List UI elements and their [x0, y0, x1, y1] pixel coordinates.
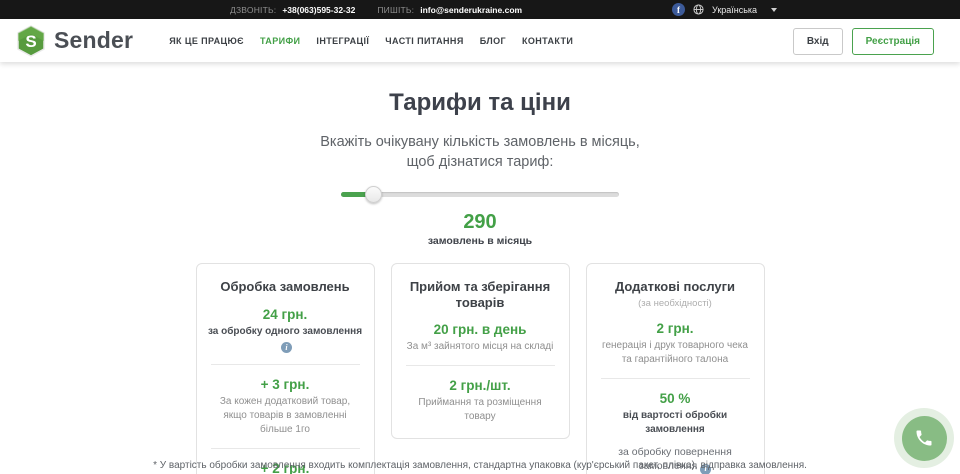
price: 50 %: [598, 391, 753, 406]
nav-item-how-it-works[interactable]: ЯК ЦЕ ПРАЦЮЄ: [169, 36, 244, 46]
orders-unit: замовлень в місяць: [0, 235, 960, 247]
pricing-footnote: * У вартість обробки замовлення входить …: [0, 460, 960, 471]
topbar-contacts: ДЗВОНІТЬ: +38(063)595-32-32 ПИШІТЬ: info…: [230, 0, 522, 19]
main-nav: ЯК ЦЕ ПРАЦЮЄ ТАРИФИ ІНТЕГРАЦІЇ ЧАСТІ ПИТ…: [169, 36, 573, 46]
globe-icon: [693, 4, 704, 15]
login-button[interactable]: Вхід: [793, 28, 843, 55]
price: + 3 грн.: [208, 377, 363, 392]
page: ДЗВОНІТЬ: +38(063)595-32-32 ПИШІТЬ: info…: [0, 0, 960, 474]
email-link[interactable]: info@senderukraine.com: [420, 5, 522, 15]
brand-name: Sender: [54, 27, 133, 54]
call-label: ДЗВОНІТЬ:: [230, 5, 276, 15]
language-label: Українська: [712, 5, 757, 15]
call-widget-inner: [902, 416, 947, 461]
card-storage: Прийом та зберігання товарів 20 грн. в д…: [391, 263, 570, 439]
topbar: ДЗВОНІТЬ: +38(063)595-32-32 ПИШІТЬ: info…: [0, 0, 960, 19]
call-widget-button[interactable]: [894, 408, 954, 468]
write-label: ПИШІТЬ:: [377, 5, 414, 15]
pricing-cards: Обробка замовлень 24 грн. за обробку одн…: [0, 263, 960, 474]
language-selector[interactable]: Українська: [712, 5, 777, 15]
logo[interactable]: S Sender: [16, 25, 133, 57]
phone-icon: [914, 428, 934, 448]
nav-item-contacts[interactable]: КОНТАКТИ: [522, 36, 573, 46]
header: S Sender ЯК ЦЕ ПРАЦЮЄ ТАРИФИ ІНТЕГРАЦІЇ …: [0, 19, 960, 62]
header-buttons: Вхід Реєстрація: [793, 28, 934, 55]
nav-item-blog[interactable]: БЛОГ: [480, 36, 506, 46]
nav-item-faq[interactable]: ЧАСТІ ПИТАННЯ: [385, 36, 463, 46]
card-order-processing: Обробка замовлень 24 грн. за обробку одн…: [196, 263, 375, 474]
sender-logo-icon: S: [16, 25, 46, 57]
register-button[interactable]: Реєстрація: [852, 28, 934, 55]
card-title: Прийом та зберігання товарів: [403, 279, 558, 310]
svg-text:S: S: [25, 32, 36, 51]
divider: [406, 365, 555, 366]
price: 2 грн.: [598, 321, 753, 336]
card-title: Обробка замовлень: [208, 279, 363, 295]
slider-prompt-line2: щоб дізнатися тариф:: [0, 153, 960, 173]
chevron-down-icon: [771, 8, 777, 12]
nav-item-tariffs[interactable]: ТАРИФИ: [260, 36, 300, 46]
price-description: За м³ зайнятого місця на складі: [403, 340, 558, 354]
page-title: Тарифи та ціни: [0, 89, 960, 117]
topbar-right: f Українська: [672, 0, 777, 19]
facebook-icon[interactable]: f: [672, 3, 685, 16]
info-icon[interactable]: i: [281, 342, 292, 353]
price-description-text: за обробку одного замовлення: [208, 326, 362, 337]
card-title: Додаткові послуги: [598, 279, 753, 295]
card-additional-services: Додаткові послуги (за необхідності) 2 гр…: [586, 263, 765, 474]
price: 2 грн./шт.: [403, 378, 558, 393]
price: 24 грн.: [208, 307, 363, 322]
price-description: Приймання та розміщення товару: [403, 396, 558, 424]
slider-handle[interactable]: [365, 186, 382, 203]
orders-slider[interactable]: [341, 186, 619, 204]
orders-value: 290: [0, 211, 960, 234]
card-subtitle: (за необхідності): [598, 298, 753, 309]
price-description: за обробку одного замовлення i: [208, 325, 363, 353]
price-description: За кожен додатковий товар, якщо товарів …: [208, 395, 363, 437]
nav-item-integrations[interactable]: ІНТЕГРАЦІЇ: [316, 36, 369, 46]
price: 20 грн. в день: [403, 322, 558, 337]
slider-prompt-line1: Вкажіть очікувану кількість замовлень в …: [0, 133, 960, 153]
slider-track[interactable]: [341, 192, 619, 197]
price-description: від вартості обробки замовлення: [598, 409, 753, 437]
divider: [211, 364, 360, 365]
divider: [211, 448, 360, 449]
slider-prompt: Вкажіть очікувану кількість замовлень в …: [0, 133, 960, 172]
divider: [601, 378, 750, 379]
price-description: генерація і друк товарного чека та гаран…: [598, 339, 753, 367]
phone-link[interactable]: +38(063)595-32-32: [282, 5, 355, 15]
